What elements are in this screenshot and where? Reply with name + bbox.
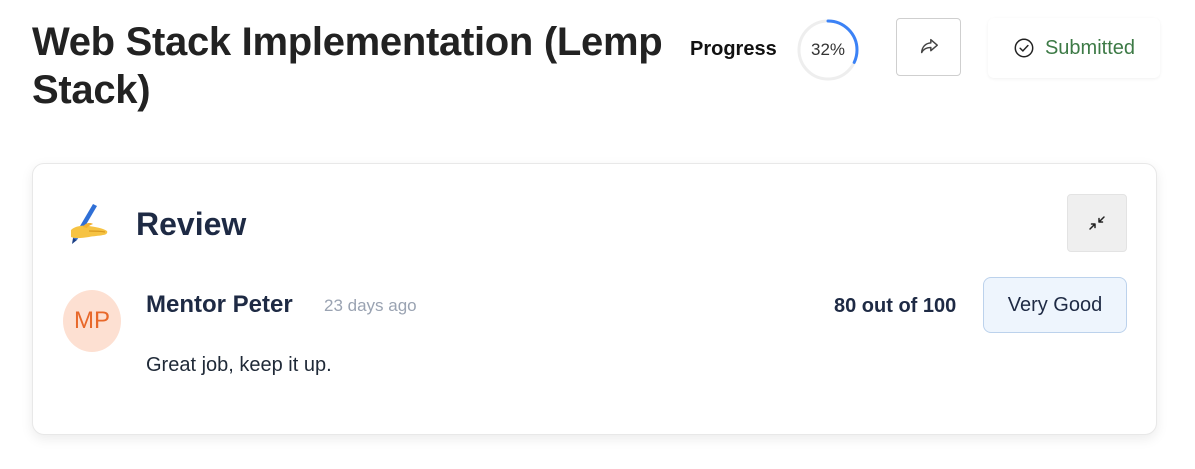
- writing-hand-icon: [71, 204, 108, 244]
- submitted-status: Submitted: [988, 18, 1160, 78]
- progress-label: Progress: [690, 38, 777, 60]
- progress-indicator: 32%: [796, 18, 860, 82]
- share-icon: [920, 38, 938, 54]
- review-title: Review: [136, 206, 247, 242]
- status-label: Submitted: [1044, 36, 1136, 59]
- review-comment: Great job, keep it up.: [146, 354, 332, 376]
- reviewer-name: Mentor Peter: [146, 291, 293, 318]
- rating-badge: Very Good: [983, 277, 1127, 333]
- review-timestamp: 23 days ago: [324, 296, 417, 315]
- check-circle-icon: [1014, 38, 1034, 58]
- collapse-button[interactable]: [1067, 194, 1127, 252]
- review-score: 80 out of 100: [834, 295, 957, 317]
- share-button[interactable]: [896, 18, 961, 76]
- collapse-arrows-icon: [1089, 216, 1105, 230]
- avatar: MP: [63, 290, 121, 352]
- page-title: Web Stack Implementation (Lemp Stack): [32, 20, 663, 112]
- review-card: Review MP Mentor Peter 23 days ago 80 ou…: [32, 163, 1157, 435]
- progress-percentage: 32%: [810, 40, 846, 59]
